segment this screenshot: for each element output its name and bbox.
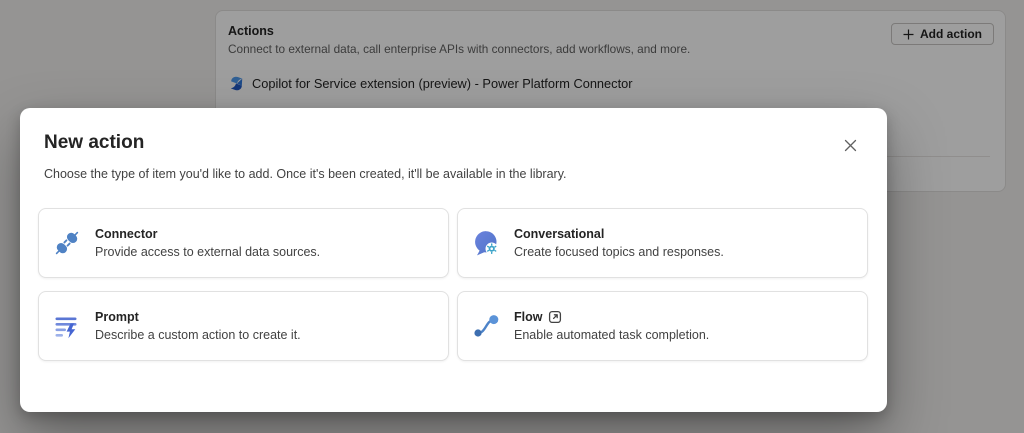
close-icon [844,139,856,151]
card-description: Describe a custom action to create it. [95,328,301,342]
conversational-chat-gear-icon [472,229,500,257]
card-description: Create focused topics and responses. [514,245,724,259]
card-title: Flow [514,310,543,324]
open-external-icon [549,310,562,324]
action-type-cards: Connector Provide access to external dat… [38,208,868,361]
card-prompt[interactable]: Prompt Describe a custom action to creat… [38,291,449,361]
new-action-dialog: New action Choose the type of item you'd… [20,108,887,412]
app-window: Actions Connect to external data, call e… [0,0,1024,433]
card-title: Prompt [95,310,139,324]
dialog-subtitle: Choose the type of item you'd like to ad… [44,167,567,181]
card-description: Provide access to external data sources. [95,245,321,259]
card-title: Connector [95,227,158,241]
card-connector[interactable]: Connector Provide access to external dat… [38,208,449,278]
card-conversational[interactable]: Conversational Create focused topics and… [457,208,868,278]
card-description: Enable automated task completion. [514,328,710,342]
prompt-lines-bolt-icon [53,312,81,340]
card-title: Conversational [514,227,605,241]
close-button[interactable] [837,132,863,158]
dialog-title: New action [44,132,145,153]
connector-plug-icon [53,229,81,257]
card-flow[interactable]: Flow Enable automated task completion. [457,291,868,361]
flow-icon [472,312,500,340]
